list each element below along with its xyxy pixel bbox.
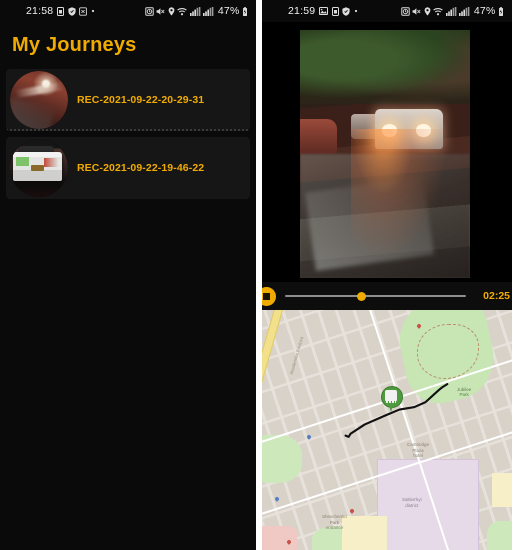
sim-card-icon bbox=[57, 6, 65, 16]
map-label-commercial: Shevchenko Park entrance bbox=[322, 514, 347, 531]
dot-icon bbox=[354, 9, 358, 13]
location-icon bbox=[168, 6, 175, 16]
battery-percent: 47% bbox=[473, 5, 496, 17]
wifi-icon bbox=[177, 7, 188, 16]
alarm-icon bbox=[401, 6, 410, 16]
status-clock: 21:59 bbox=[288, 5, 316, 17]
signal-1-icon bbox=[189, 6, 201, 16]
signal-1-icon bbox=[445, 6, 457, 16]
screenshot-icon bbox=[79, 6, 88, 16]
seek-track bbox=[285, 295, 466, 297]
vibrate-mute-icon bbox=[156, 7, 165, 16]
signal-2-icon bbox=[203, 6, 214, 16]
location-pin-icon[interactable] bbox=[381, 386, 403, 412]
gallery-image-icon bbox=[319, 7, 329, 15]
player-controls: 02:25 bbox=[262, 282, 512, 310]
vpn-shield-icon bbox=[342, 6, 350, 16]
journey-label: REC-2021-09-22-19-46-22 bbox=[77, 162, 205, 174]
card-divider bbox=[6, 129, 250, 131]
status-bar-right: 21:59 47% bbox=[262, 0, 512, 22]
list-item[interactable]: REC-2021-09-22-19-46-22 bbox=[6, 137, 250, 199]
journey-list: REC-2021-09-22-20-29-31 REC-2021-09-22-1… bbox=[0, 69, 256, 199]
location-icon bbox=[424, 6, 431, 16]
seek-bar[interactable] bbox=[285, 288, 466, 304]
map-label-park: Jubilee Park bbox=[457, 386, 472, 398]
screen-right-edge bbox=[512, 0, 530, 550]
vpn-shield-icon bbox=[68, 6, 76, 16]
map-label-district: Saltivs'kyi district bbox=[402, 497, 422, 508]
playback-time: 02:25 bbox=[483, 290, 510, 302]
status-bar-left: 21:58 47% bbox=[0, 0, 256, 22]
list-item[interactable]: REC-2021-09-22-20-29-31 bbox=[6, 69, 250, 131]
signal-2-icon bbox=[459, 6, 470, 16]
map-label-block: Cambridge Plaza hotel bbox=[407, 442, 430, 459]
sim-card-icon bbox=[331, 6, 339, 16]
wifi-icon bbox=[433, 7, 444, 16]
journey-label: REC-2021-09-22-20-29-31 bbox=[77, 94, 205, 106]
stop-icon bbox=[263, 292, 270, 300]
journey-thumbnail bbox=[10, 71, 68, 129]
journeys-list-screen: 21:58 47% My Journeys REC-2021-09-22-20-… bbox=[0, 0, 256, 550]
battery-percent: 47% bbox=[217, 5, 240, 17]
battery-charging-icon bbox=[498, 6, 504, 16]
video-player[interactable] bbox=[300, 30, 470, 278]
journey-route-map[interactable]: Jubilee Park Saltivs'kyi district Shevch… bbox=[262, 310, 512, 550]
seek-thumb[interactable] bbox=[357, 291, 367, 301]
alarm-icon bbox=[145, 6, 154, 16]
dual-phone-screenshot: 21:58 47% My Journeys REC-2021-09-22-20-… bbox=[0, 0, 530, 550]
video-area bbox=[262, 22, 512, 282]
page-title: My Journeys bbox=[12, 34, 137, 56]
status-clock: 21:58 bbox=[26, 5, 54, 17]
battery-charging-icon bbox=[242, 6, 248, 16]
journey-thumbnail bbox=[10, 139, 68, 197]
stop-button[interactable] bbox=[262, 286, 276, 306]
vibrate-mute-icon bbox=[412, 7, 421, 16]
journey-playback-screen: 21:59 47% 02:25 Jubilee Park Saltivs'kyi… bbox=[262, 0, 512, 550]
dot-icon bbox=[91, 9, 95, 13]
